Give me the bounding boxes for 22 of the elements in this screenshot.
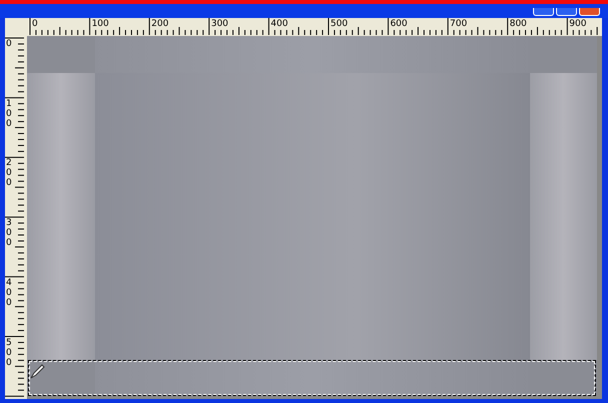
ruler-label: 400	[270, 19, 289, 29]
brush-cursor-icon	[29, 364, 45, 380]
ruler-label: 700	[450, 19, 468, 29]
ruler-label: 0	[32, 19, 39, 29]
maximize-button[interactable]	[556, 8, 577, 16]
ruler-label: 800	[510, 19, 528, 29]
vertical-ruler[interactable]: 0 100 200 300 400 500	[5, 35, 26, 399]
ruler-label: 100	[92, 19, 110, 29]
ruler-label: 200	[151, 19, 170, 29]
minimize-button[interactable]	[533, 8, 554, 16]
ruler-label: 600	[390, 19, 408, 29]
close-button[interactable]	[579, 8, 600, 16]
selection-marquee[interactable]	[28, 360, 596, 396]
ruler-label: 500	[6, 338, 13, 368]
ruler-label: 900	[569, 19, 588, 29]
ruler-label: 0	[6, 39, 13, 49]
ruler-label: 300	[211, 19, 230, 29]
ruler-label: 500	[330, 19, 349, 29]
ruler-label: 300	[6, 218, 13, 248]
ruler-label: 400	[6, 278, 13, 308]
ruler-label: 100	[6, 98, 13, 129]
ruler-label: 200	[6, 158, 13, 188]
